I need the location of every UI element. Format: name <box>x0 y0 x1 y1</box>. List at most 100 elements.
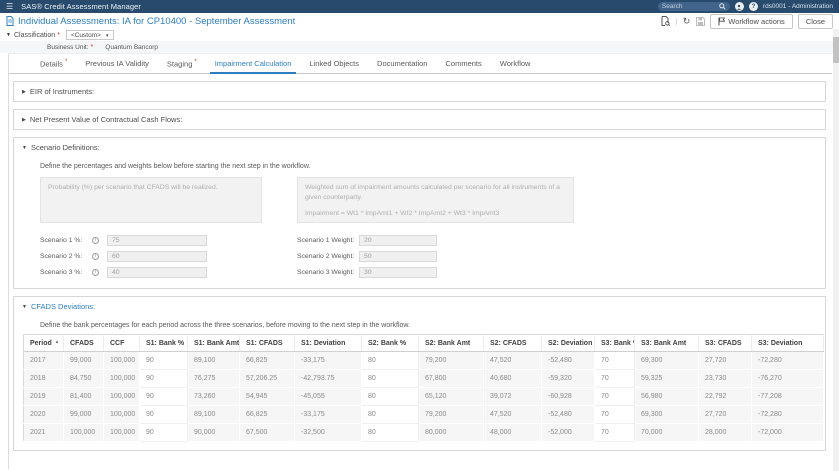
scenario-percent-column: Scenario 1 %:iScenario 2 %:iScenario 3 %… <box>40 232 207 280</box>
field-label: Scenario 3 %: <box>40 268 83 276</box>
table-cell[interactable]: 70 <box>594 369 635 388</box>
required-marker: * <box>90 43 94 51</box>
table-cell: 81,400 <box>63 387 104 406</box>
info-icon[interactable]: i <box>92 236 99 244</box>
top-bar: ☰ SAS® Credit Assessment Manager Search … <box>0 0 839 13</box>
tab-label: Details <box>40 59 63 68</box>
column-header[interactable]: S3: Deviation <box>751 334 824 352</box>
column-header[interactable]: S2: Deviation <box>541 334 595 352</box>
table-cell[interactable]: 80 <box>361 351 419 370</box>
impairment-formula: Impairment = Wt1 * ImpAmt1 + Wt2 * ImpAm… <box>305 210 500 218</box>
collapsed-caret-icon: ▶ <box>22 88 26 95</box>
cfads-section-header[interactable]: ▼ CFADS Deviations: <box>14 297 825 316</box>
tab-staging[interactable]: Staging * <box>158 54 206 74</box>
hamburger-menu-icon[interactable]: ☰ <box>6 2 13 11</box>
table-cell[interactable]: 90 <box>139 405 188 424</box>
workflow-actions-button[interactable]: Workflow actions <box>710 13 793 29</box>
table-cell: 39,072 <box>483 387 542 406</box>
table-cell: -76,270 <box>751 369 824 388</box>
table-cell[interactable]: 90 <box>139 351 188 370</box>
tab-linked-objects[interactable]: Linked Objects <box>300 54 368 73</box>
table-cell[interactable]: 90 <box>139 369 188 388</box>
table-cell: 48,000 <box>483 423 542 442</box>
scenario-3-input[interactable] <box>107 266 207 278</box>
table-cell: 89,100 <box>187 405 240 424</box>
save-icon[interactable] <box>695 16 705 26</box>
scenario-3-weight-input[interactable] <box>359 266 437 278</box>
table-cell: 73,260 <box>187 387 240 406</box>
cfads-section-title: CFADS Deviations: <box>30 302 96 311</box>
table-cell: 2019 <box>23 387 64 406</box>
table-cell: 89,100 <box>187 351 240 370</box>
column-header[interactable]: S2: Bank % <box>361 334 419 352</box>
info-icon[interactable]: i <box>92 268 99 276</box>
table-cell: 69,300 <box>634 405 699 424</box>
column-header[interactable]: CFADS <box>63 334 104 352</box>
sort-asc-icon: ▲ <box>54 339 60 344</box>
toolbar-divider: | <box>675 16 678 26</box>
info-icon[interactable]: i <box>92 252 99 260</box>
column-header[interactable]: S3: Bank % <box>594 334 635 352</box>
cfads-table-header-row: Period ▲ CFADS CCF S1: Bank % S1: Bank Amt S1:… <box>23 334 824 352</box>
table-cell[interactable]: 70 <box>594 405 635 424</box>
tab-workflow[interactable]: Workflow <box>491 54 540 73</box>
tab-impairment-calculation[interactable]: Impairment Calculation <box>206 54 301 74</box>
column-header[interactable]: S2: Bank Amt <box>418 334 484 352</box>
column-header[interactable]: Period ▲ <box>23 334 64 352</box>
close-button[interactable]: Close <box>797 13 833 29</box>
table-cell[interactable]: 70 <box>594 387 635 406</box>
table-cell[interactable]: 90 <box>139 423 188 442</box>
history-icon[interactable]: ↻ <box>683 16 691 26</box>
table-cell: 79,200 <box>418 405 484 424</box>
validate-document-icon[interactable] <box>661 16 671 26</box>
impairment-info-box: Weighted sum of impairment amounts calcu… <box>297 177 574 223</box>
search-input[interactable]: Search <box>657 2 730 11</box>
column-header[interactable]: S1: Bank Amt <box>187 334 240 352</box>
table-cell: 2021 <box>23 423 64 442</box>
scenario-section-header[interactable]: ▼ Scenario Definitions: <box>14 138 825 157</box>
collapsed-caret-icon: ▶ <box>22 116 26 123</box>
table-cell[interactable]: 70 <box>594 423 635 442</box>
classification-collapse-icon[interactable]: ▼ <box>6 32 11 38</box>
tab-details[interactable]: Details * <box>31 54 76 74</box>
tab-previous-ia-validity[interactable]: Previous IA Validity <box>76 54 158 73</box>
user-icon[interactable] <box>734 2 744 11</box>
table-cell[interactable]: 80 <box>361 405 419 424</box>
scenario-1-weight-input[interactable] <box>359 234 437 246</box>
npv-section-header[interactable]: ▶ Net Present Value of Contractual Cash … <box>14 110 825 129</box>
required-marker: * <box>194 58 197 65</box>
column-header[interactable]: S1: Bank % <box>139 334 188 352</box>
table-cell[interactable]: 80 <box>361 369 419 388</box>
scenario-2-input[interactable] <box>107 250 207 262</box>
table-cell[interactable]: 80 <box>361 387 419 406</box>
tab-comments[interactable]: Comments <box>436 54 490 73</box>
table-cell: 2018 <box>23 369 64 388</box>
table-cell: -72,280 <box>751 351 824 370</box>
table-cell[interactable]: 70 <box>594 351 635 370</box>
help-icon[interactable]: ? <box>748 2 758 11</box>
tab-label: Impairment Calculation <box>214 59 292 68</box>
table-cell: -32,500 <box>294 423 362 442</box>
column-header[interactable]: S3: Bank Amt <box>634 334 699 352</box>
search-icon[interactable] <box>719 3 726 10</box>
scrollbar-thumb[interactable] <box>833 37 839 63</box>
assessment-document-icon <box>6 16 14 26</box>
table-cell: 100,000 <box>103 405 140 424</box>
column-header[interactable]: S1: Deviation <box>294 334 362 352</box>
column-header[interactable]: S3: CFADS <box>698 334 752 352</box>
business-unit-value: Quantum Bancorp <box>105 43 159 51</box>
table-cell[interactable]: 90 <box>139 387 188 406</box>
column-header[interactable]: S2: CFADS <box>483 334 542 352</box>
vertical-scrollbar[interactable] <box>833 29 839 471</box>
eir-section-header[interactable]: ▶ EIR of Instruments: <box>14 82 825 101</box>
column-header[interactable]: S1: CFADS <box>239 334 295 352</box>
table-cell[interactable]: 80 <box>361 423 419 442</box>
table-row: 2020 99,000 100,000 90 89,100 66,825 -33,175 80… <box>23 405 824 424</box>
scenario-2-weight-input[interactable] <box>359 250 437 262</box>
tab-documentation[interactable]: Documentation <box>368 54 436 73</box>
column-header[interactable]: CCF <box>103 334 140 352</box>
classification-dropdown[interactable]: <Custom> ▼ <box>65 30 115 40</box>
scenario-1-input[interactable] <box>107 234 207 246</box>
table-cell: 27,720 <box>698 351 752 370</box>
business-unit-label: Business Unit: <box>47 43 89 51</box>
